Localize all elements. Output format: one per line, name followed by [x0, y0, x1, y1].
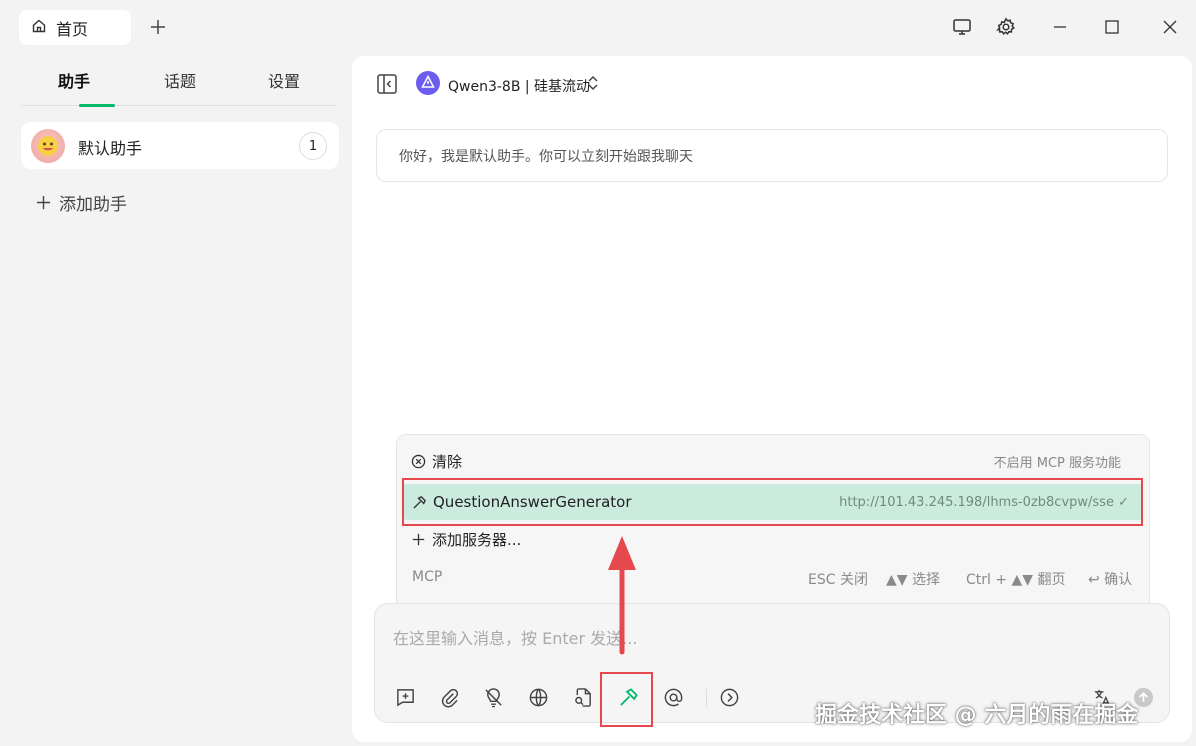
close-icon: [1163, 20, 1177, 34]
sidebar: 助手 话题 设置 默认助手 1 添加助手: [0, 56, 352, 746]
thinking-toggle-button[interactable]: [481, 685, 505, 709]
sidebar-toggle-icon[interactable]: [376, 73, 398, 99]
home-icon: [31, 18, 47, 38]
web-search-button[interactable]: [526, 685, 550, 709]
assistant-item[interactable]: 默认助手 1: [21, 122, 339, 169]
sidebar-tabs: 助手 话题 设置: [22, 56, 336, 107]
active-tab-indicator: [79, 104, 115, 107]
highlight-box-server: [402, 478, 1143, 526]
file-search-icon: [574, 687, 591, 707]
new-tab-button[interactable]: [146, 15, 170, 39]
mcp-clear-hint: 不启用 MCP 服务功能: [993, 455, 1121, 471]
add-topic-icon: [396, 688, 414, 706]
mcp-clear-label: 清除: [432, 452, 463, 471]
topic-count-badge: 1: [299, 132, 327, 160]
expand-toolbar-button[interactable]: [717, 685, 741, 709]
add-assistant-button[interactable]: 添加助手: [36, 190, 127, 215]
tab-assistants[interactable]: 助手: [58, 68, 90, 92]
tab-topics[interactable]: 话题: [164, 68, 196, 92]
mcp-add-server-option[interactable]: 添加服务器...: [397, 521, 1151, 557]
hint-esc: ESC 关闭: [808, 572, 868, 588]
monitor-button[interactable]: [949, 14, 975, 40]
mcp-clear-option[interactable]: 清除 不启用 MCP 服务功能: [397, 443, 1151, 479]
model-bar: Qwen3-8B | 硅基流动: [376, 71, 616, 97]
title-bar: 首页: [0, 0, 1196, 56]
toolbar-divider: [706, 689, 707, 707]
mention-model-button[interactable]: [661, 685, 685, 709]
model-selector[interactable]: Qwen3-8B | 硅基流动: [448, 76, 590, 96]
maximize-icon: [1105, 20, 1119, 34]
highlight-box-tool: [600, 672, 653, 727]
assistant-name: 默认助手: [78, 139, 143, 158]
chat-panel: Qwen3-8B | 硅基流动 你好，我是默认助手。你可以立刻开始跟我聊天 清除…: [352, 56, 1192, 742]
mcp-add-server-label: 添加服务器...: [432, 530, 522, 549]
knowledge-base-button[interactable]: [571, 685, 595, 709]
new-topic-button[interactable]: [393, 685, 417, 709]
lightbulb-off-icon: [484, 687, 502, 707]
at-sign-icon: [664, 688, 682, 706]
minimize-button[interactable]: [1047, 14, 1073, 40]
watermark: 掘金技术社区 @ 六月的雨在掘金: [815, 703, 1139, 728]
hint-select: ▲▼ 选择: [886, 572, 940, 588]
plus-icon: [410, 531, 426, 547]
close-button[interactable]: [1157, 14, 1183, 40]
chevron-up-down-icon[interactable]: [586, 74, 600, 96]
gear-icon: [996, 17, 1015, 35]
minimize-icon: [1054, 26, 1066, 28]
assistant-greeting-message: 你好，我是默认助手。你可以立刻开始跟我聊天: [376, 129, 1168, 182]
chevron-right-circle-icon: [720, 688, 738, 706]
add-assistant-label: 添加助手: [59, 195, 127, 215]
hint-page: Ctrl + ▲▼ 翻页: [966, 572, 1066, 588]
tab-home[interactable]: 首页: [19, 10, 131, 45]
paperclip-icon: [441, 688, 458, 707]
monitor-icon: [953, 19, 971, 35]
maximize-button[interactable]: [1099, 14, 1125, 40]
mcp-footer-title: MCP: [412, 569, 443, 585]
settings-button[interactable]: [993, 14, 1019, 40]
plus-icon: [36, 195, 51, 210]
tab-settings[interactable]: 设置: [268, 68, 300, 92]
model-provider-logo: [416, 71, 440, 95]
plus-icon: [151, 20, 165, 34]
close-circle-icon: [410, 453, 426, 469]
attachment-button[interactable]: [437, 685, 461, 709]
globe-icon: [529, 688, 547, 706]
avatar: [31, 129, 65, 163]
tab-label: 首页: [56, 19, 89, 39]
annotation-arrow: [608, 536, 636, 655]
hint-confirm: ↩ 确认: [1088, 572, 1133, 588]
